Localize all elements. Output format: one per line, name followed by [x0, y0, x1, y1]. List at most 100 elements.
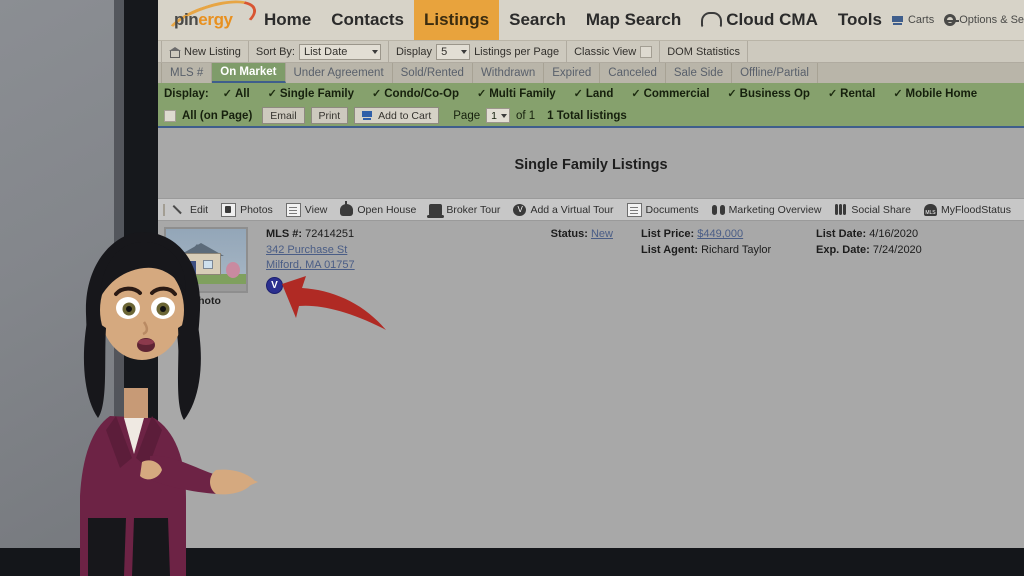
- filter-business-op[interactable]: ✓ Business Op: [727, 88, 810, 100]
- list-agent-label: List Agent:: [641, 243, 699, 256]
- open-house-icon: [340, 200, 354, 216]
- flood-icon: [923, 203, 937, 216]
- display-count-select[interactable]: 5: [436, 43, 471, 60]
- tab-withdrawn[interactable]: Withdrawn: [473, 63, 545, 83]
- filter-multi-family[interactable]: ✓ Multi Family: [477, 88, 556, 100]
- filter-condo-coop[interactable]: ✓ Condo/Co-Op: [372, 88, 459, 100]
- status-line: Status: New: [466, 227, 641, 243]
- house-icon: [169, 46, 181, 58]
- filter-land-label: Land: [585, 88, 614, 100]
- display-label: Display: [395, 45, 433, 58]
- dom-statistics-button[interactable]: DOM Statistics: [660, 41, 748, 62]
- listing-action-bar: Edit Photos View Open House Broker Tour …: [158, 198, 1024, 221]
- page-number-select[interactable]: 1: [486, 108, 510, 123]
- photo-house-window: [203, 260, 213, 269]
- print-button[interactable]: Print: [310, 107, 349, 124]
- action-documents[interactable]: Documents: [622, 202, 704, 217]
- action-photos[interactable]: Photos: [216, 202, 278, 217]
- address-link-street[interactable]: 342 Purchase St: [266, 244, 347, 256]
- nav-item-search[interactable]: Search: [499, 0, 576, 40]
- add-to-cart-label: Add to Cart: [378, 109, 432, 122]
- action-open-house[interactable]: Open House: [335, 200, 421, 216]
- filter-all-label: All: [234, 88, 250, 100]
- listing-price-column: List Price: $449,000 List Agent: Richard…: [641, 227, 816, 307]
- top-navigation-bar: pinergy Home Contacts Listings Search Ma…: [158, 0, 1024, 55]
- pinergy-logo[interactable]: pinergy: [160, 0, 262, 55]
- sort-by-label: Sort By:: [255, 45, 295, 58]
- nav-item-listings[interactable]: Listings: [413, 0, 500, 40]
- filter-land[interactable]: ✓ Land: [574, 88, 614, 100]
- action-add-to-cart[interactable]: Add to Cart: [1019, 204, 1024, 216]
- listing-select-checkbox[interactable]: [163, 203, 165, 216]
- tab-mls-number[interactable]: MLS #: [161, 63, 213, 83]
- listings-toolbar: New Listing Sort By: List Date Display 5…: [158, 41, 1024, 63]
- select-all-on-page-checkbox[interactable]: [164, 109, 176, 122]
- filter-mobile-home-label: Mobile Home: [905, 88, 978, 100]
- action-view[interactable]: View: [281, 202, 333, 217]
- check-icon: ✓: [727, 87, 737, 100]
- classic-view-toggle[interactable]: Classic View: [567, 41, 661, 62]
- listing-photo-thumbnail[interactable]: [164, 227, 248, 293]
- action-myfloodstatus-label: MyFloodStatus: [940, 203, 1011, 216]
- cloud-icon: [701, 12, 723, 28]
- action-marketing-overview-label: Marketing Overview: [728, 203, 822, 216]
- address-link-city-state[interactable]: Milford, MA 01757: [266, 259, 355, 271]
- document-icon: [285, 202, 301, 217]
- exp-date-label: Exp. Date:: [816, 243, 870, 256]
- tab-canceled[interactable]: Canceled: [600, 63, 666, 83]
- filter-all[interactable]: ✓ All: [223, 88, 250, 100]
- tab-offline-partial[interactable]: Offline/Partial: [732, 63, 818, 83]
- filter-single-family[interactable]: ✓ Single Family: [268, 88, 354, 100]
- cart-icon: [362, 111, 374, 120]
- total-listings-count: 1 Total listings: [547, 109, 627, 122]
- nav-item-home[interactable]: Home: [254, 0, 321, 40]
- carts-button[interactable]: Carts: [891, 14, 934, 26]
- logo-text-ergy: ergy: [198, 10, 233, 29]
- sort-by-select[interactable]: List Date: [298, 43, 381, 60]
- virtual-tour-badge[interactable]: V: [266, 276, 283, 294]
- photo-tree: [226, 262, 240, 278]
- nav-item-cloud-cma[interactable]: Cloud CMA: [691, 0, 828, 40]
- tab-under-agreement[interactable]: Under Agreement: [286, 63, 393, 83]
- list-price-value[interactable]: $449,000: [697, 228, 743, 240]
- check-icon: ✓: [372, 87, 382, 100]
- display-count-group: Display 5 Listings per Page: [389, 41, 568, 62]
- status-value[interactable]: New: [591, 228, 613, 240]
- listing-dates-column: List Date: 4/16/2020 Exp. Date: 7/24/202…: [816, 227, 986, 307]
- list-date-value: 4/16/2020: [869, 228, 919, 240]
- nav-item-tools[interactable]: Tools: [828, 0, 892, 40]
- photo-icon: [221, 202, 237, 217]
- action-marketing-overview[interactable]: Marketing Overview: [707, 204, 827, 216]
- tab-on-market[interactable]: On Market: [212, 63, 286, 83]
- action-add-virtual-tour[interactable]: Add a Virtual Tour: [508, 203, 618, 216]
- options-settings-button[interactable]: Options & Settings: [944, 14, 1024, 26]
- mls-number-value: 72414251: [305, 228, 355, 240]
- listings-per-page-label: Listings per Page: [474, 45, 560, 58]
- action-social-share-label: Social Share: [851, 203, 911, 216]
- tab-expired[interactable]: Expired: [544, 63, 601, 83]
- filter-rental[interactable]: ✓ Rental: [828, 88, 875, 100]
- add-to-cart-button[interactable]: Add to Cart: [354, 107, 440, 124]
- exp-date-value: 7/24/2020: [872, 243, 922, 256]
- email-button[interactable]: Email: [262, 107, 305, 124]
- action-myfloodstatus[interactable]: MyFloodStatus: [919, 203, 1016, 216]
- filter-single-family-label: Single Family: [279, 88, 355, 100]
- action-social-share[interactable]: Social Share: [829, 203, 916, 216]
- filter-commercial[interactable]: ✓ Commercial: [631, 88, 709, 100]
- check-icon: ✓: [827, 87, 838, 100]
- classic-view-checkbox[interactable]: [640, 45, 653, 58]
- check-icon: ✓: [631, 87, 641, 100]
- tab-sold-rented[interactable]: Sold/Rented: [393, 63, 473, 83]
- filter-mobile-home[interactable]: ✓ Mobile Home: [893, 88, 977, 100]
- exp-date-line: Exp. Date: 7/24/2020: [816, 243, 986, 259]
- tab-sale-side[interactable]: Sale Side: [666, 63, 733, 83]
- list-date-line: List Date: 4/16/2020: [816, 227, 986, 243]
- nav-item-map-search[interactable]: Map Search: [576, 0, 691, 40]
- nav-item-contacts[interactable]: Contacts: [321, 0, 414, 40]
- action-broker-tour[interactable]: Broker Tour: [424, 203, 505, 218]
- sort-by-group: Sort By: List Date: [249, 41, 389, 62]
- check-icon: ✓: [476, 87, 487, 100]
- action-edit[interactable]: Edit: [168, 204, 213, 216]
- photo-house-garage: [185, 261, 196, 274]
- action-broker-tour-label: Broker Tour: [446, 203, 501, 216]
